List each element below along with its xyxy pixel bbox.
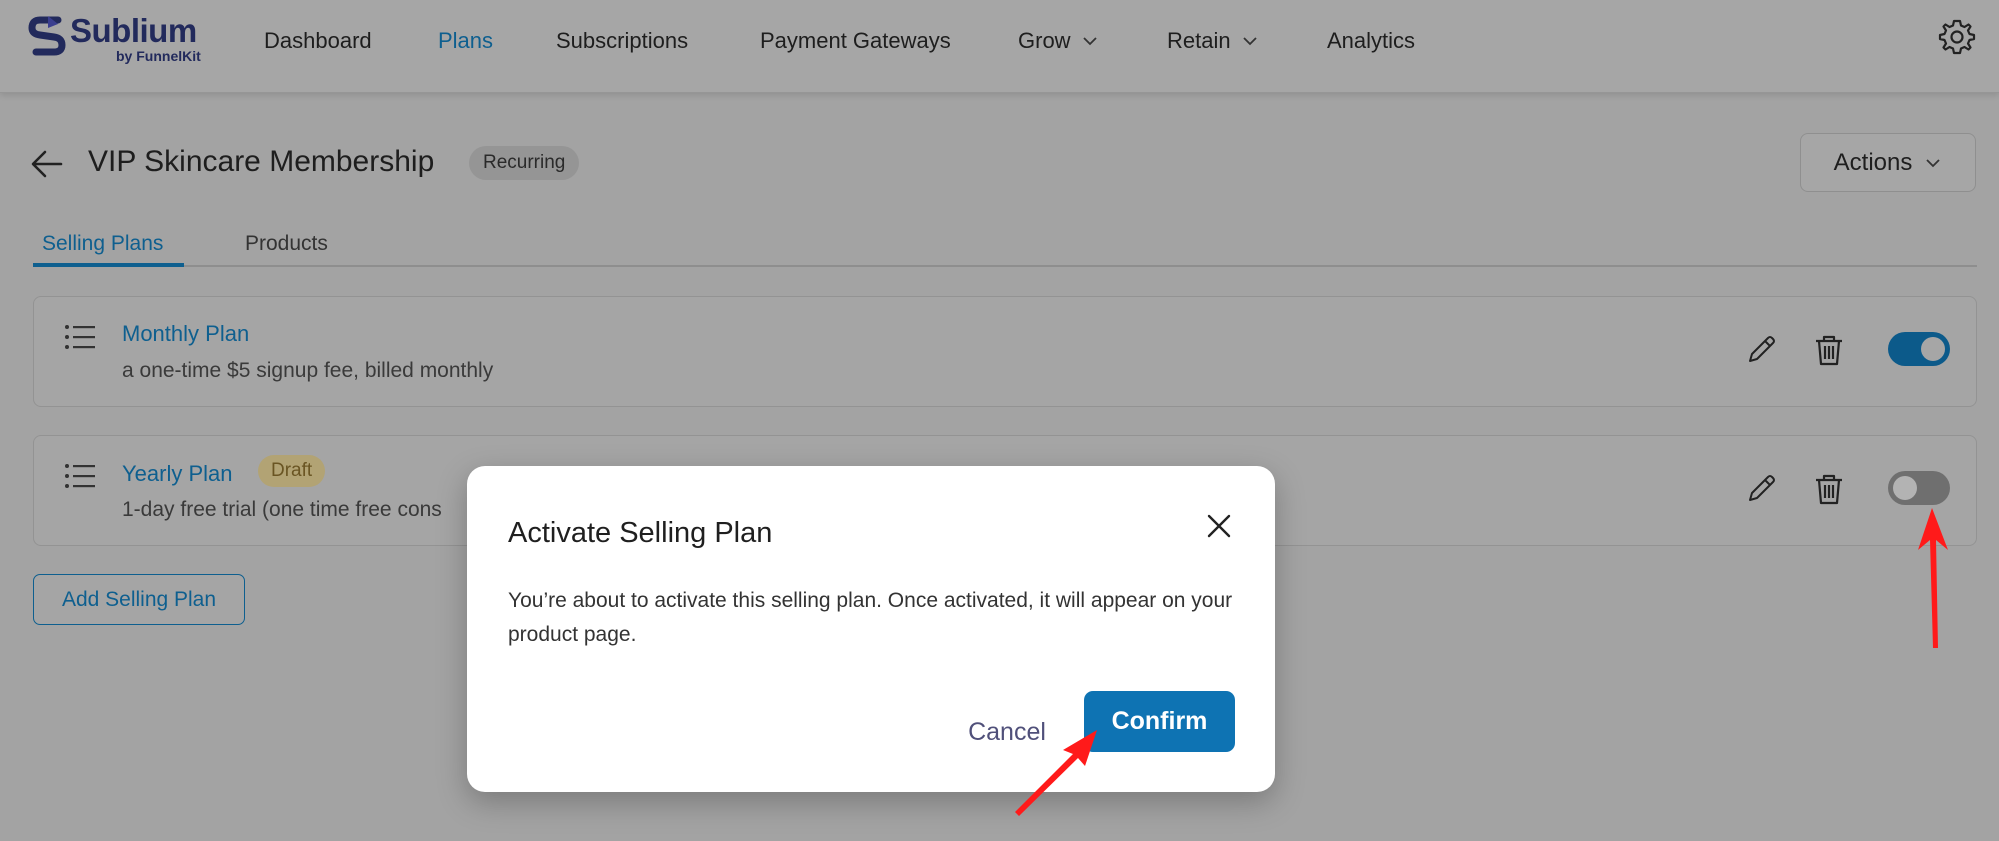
- tabs-divider: [33, 265, 1977, 267]
- pencil-icon[interactable]: [1744, 472, 1778, 506]
- nav-label: Payment Gateways: [760, 28, 951, 53]
- nav-subscriptions[interactable]: Subscriptions: [556, 28, 688, 54]
- pencil-icon[interactable]: [1744, 333, 1778, 367]
- nav-retain[interactable]: Retain: [1167, 28, 1259, 54]
- plan-description: 1-day free trial (one time free cons: [122, 498, 442, 521]
- nav-label: Grow: [1018, 28, 1071, 53]
- nav-dashboard[interactable]: Dashboard: [264, 28, 372, 54]
- brand-byline: by FunnelKit: [116, 48, 201, 64]
- brand-by-name: FunnelKit: [136, 48, 201, 64]
- arrow-left-icon[interactable]: [30, 147, 64, 181]
- toggle-knob: [1921, 337, 1945, 361]
- plan-description: a one-time $5 signup fee, billed monthly: [122, 359, 494, 382]
- nav-label: Plans: [438, 28, 494, 53]
- page-title: VIP Skincare Membership: [88, 145, 435, 178]
- tab-products[interactable]: Products: [245, 232, 328, 256]
- top-navigation-bar: Sublium by FunnelKit Dashboard Plans Sub…: [0, 0, 1999, 93]
- toggle-knob: [1893, 476, 1917, 500]
- actions-dropdown-button[interactable]: Actions: [1800, 133, 1976, 192]
- add-selling-plan-button[interactable]: Add Selling Plan: [33, 574, 245, 625]
- nav-label: Subscriptions: [556, 28, 689, 53]
- nav-plans[interactable]: Plans: [438, 28, 493, 54]
- annotation-arrow-diagonal-icon: [1015, 730, 1097, 816]
- plan-card: Monthly Plan a one-time $5 signup fee, b…: [33, 296, 1977, 407]
- plan-name[interactable]: Monthly Plan: [122, 321, 249, 347]
- nav-grow[interactable]: Grow: [1018, 28, 1099, 54]
- chevron-down-icon: [1242, 37, 1257, 46]
- brand-name: Sublium: [70, 12, 197, 49]
- confirm-button[interactable]: Confirm: [1084, 691, 1235, 752]
- nav-label: Dashboard: [264, 28, 372, 53]
- plan-active-toggle[interactable]: [1888, 332, 1950, 366]
- dialog-message: You’re about to activate this selling pl…: [508, 589, 1233, 646]
- chevron-down-icon: [1082, 37, 1097, 46]
- brand-by-prefix: by: [116, 48, 137, 64]
- trash-icon[interactable]: [1812, 333, 1846, 367]
- activate-plan-dialog: Activate Selling Plan You’re about to ac…: [467, 466, 1275, 792]
- plan-name[interactable]: Yearly Plan: [122, 461, 232, 487]
- nav-analytics[interactable]: Analytics: [1327, 28, 1415, 54]
- trash-icon[interactable]: [1812, 472, 1846, 506]
- brand-logo[interactable]: Sublium by FunnelKit: [28, 12, 208, 68]
- close-icon[interactable]: [1203, 510, 1235, 542]
- drag-list-icon[interactable]: [64, 462, 96, 490]
- annotation-arrow-up-icon: [1918, 508, 1948, 648]
- gear-icon[interactable]: [1938, 18, 1976, 56]
- nav-payment-gateways[interactable]: Payment Gateways: [760, 28, 951, 54]
- tab-selling-plans[interactable]: Selling Plans: [42, 232, 163, 256]
- nav-label: Retain: [1167, 28, 1231, 53]
- chevron-down-icon: [1926, 158, 1940, 167]
- dialog-title: Activate Selling Plan: [508, 517, 773, 549]
- nav-label: Analytics: [1327, 28, 1416, 53]
- actions-label: Actions: [1833, 148, 1913, 176]
- draft-badge: Draft: [258, 455, 326, 487]
- sublium-logo-icon: [28, 16, 66, 56]
- status-badge: Recurring: [469, 146, 580, 180]
- active-tab-indicator: [33, 263, 184, 267]
- drag-list-icon[interactable]: [64, 323, 96, 351]
